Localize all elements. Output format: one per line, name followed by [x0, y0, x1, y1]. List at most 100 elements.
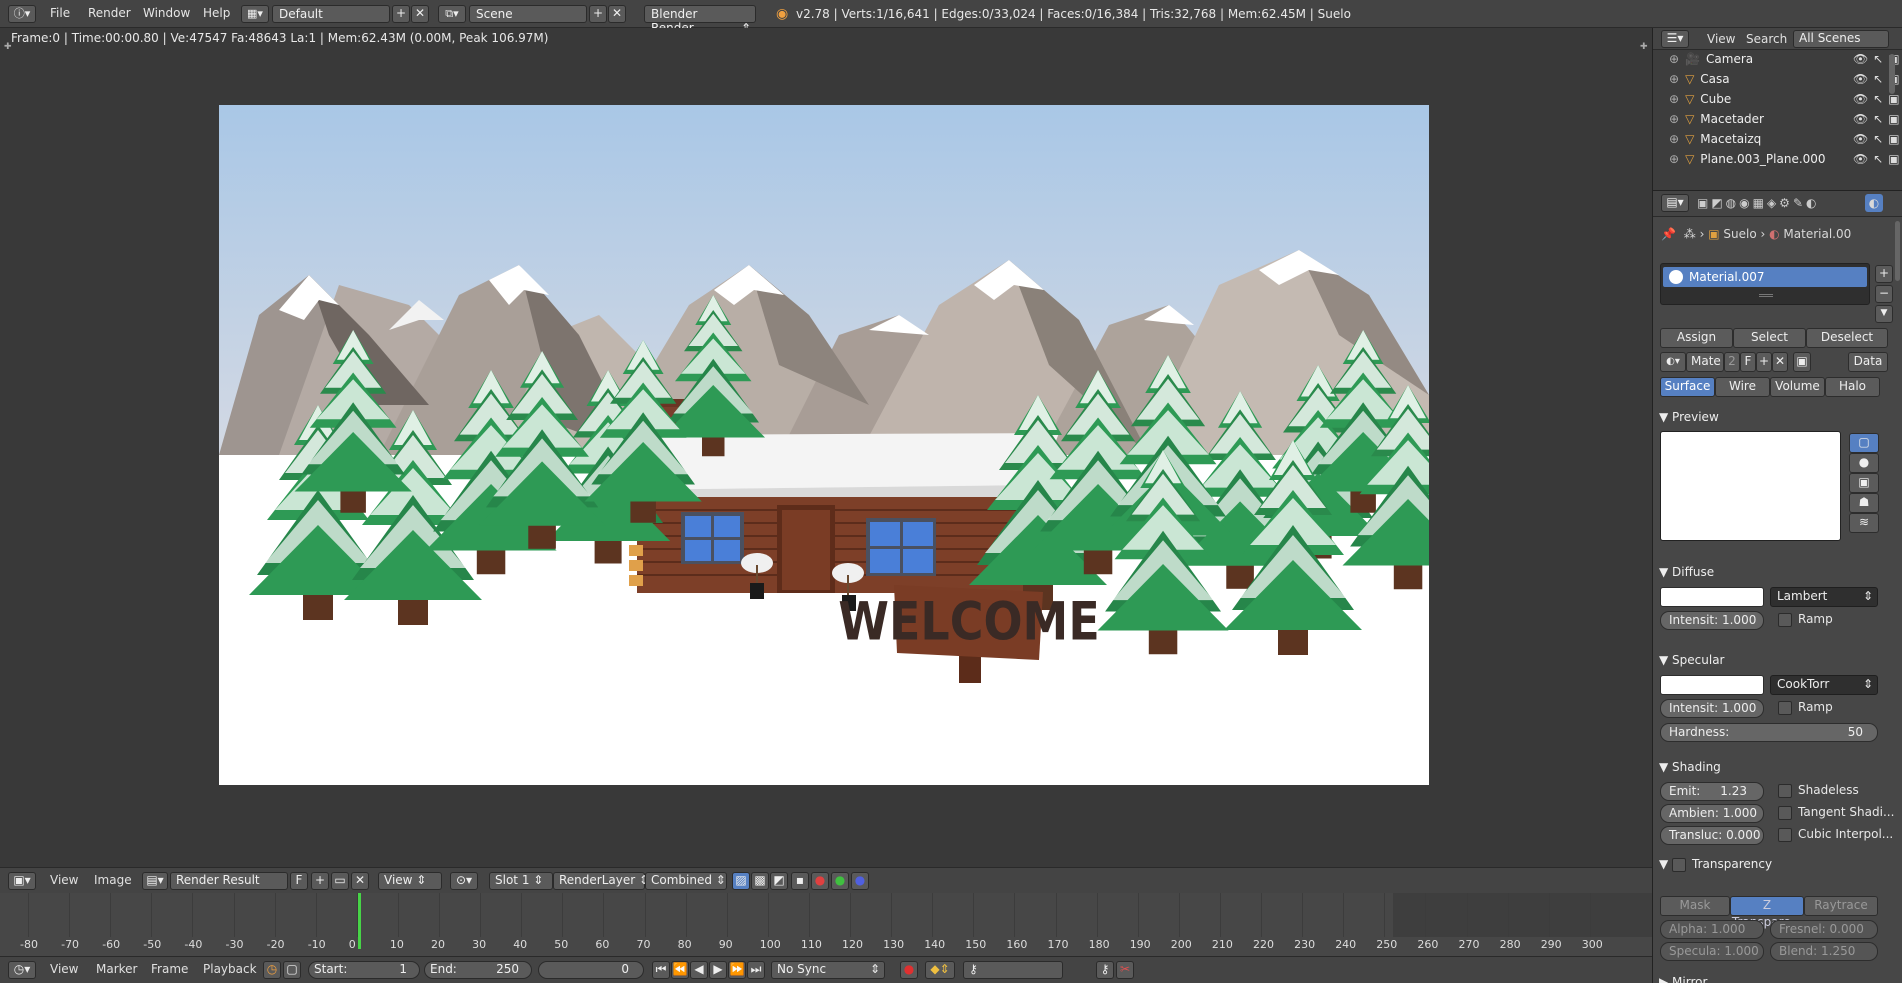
add-slot-icon[interactable]: +	[1875, 265, 1893, 283]
play-icon[interactable]: ▶	[709, 961, 727, 979]
preview-hair-icon[interactable]: ≋	[1849, 513, 1879, 533]
node-tree-icon[interactable]: ▣	[1793, 352, 1811, 372]
transparency-ztransparency-button[interactable]: Z Transpare...	[1730, 896, 1804, 929]
specular-ramp-checkbox[interactable]	[1778, 701, 1792, 715]
menu-image[interactable]: Image	[94, 873, 132, 887]
outliner-menu-search[interactable]: Search	[1746, 32, 1787, 46]
tangent-shading-checkbox[interactable]	[1778, 806, 1792, 820]
outliner-item[interactable]: ⊕ ▽ Casa 👁↖▣	[1669, 72, 1900, 92]
end-frame-field[interactable]: End: 250	[424, 961, 532, 979]
timeline-menu-marker[interactable]: Marker	[96, 962, 137, 976]
material-users-count[interactable]: 2	[1724, 352, 1740, 372]
unlink-image-icon[interactable]: ✕	[351, 872, 369, 890]
link-data-select[interactable]: Data	[1848, 352, 1888, 372]
tab-wire[interactable]: Wire	[1715, 377, 1770, 397]
deselect-button[interactable]: Deselect	[1806, 328, 1888, 348]
menu-help[interactable]: Help	[203, 6, 230, 20]
screen-layout-icon[interactable]: ▦▾	[241, 5, 269, 23]
remove-scene-icon[interactable]: ✕	[608, 5, 626, 23]
area-corner-icon[interactable]: ✚	[4, 42, 12, 52]
expand-icon[interactable]: ⊕	[1669, 132, 1679, 146]
image-browse-icon[interactable]: ▤▾	[142, 872, 168, 890]
expand-icon[interactable]: ⊕	[1669, 112, 1679, 126]
transparency-raytrace-button[interactable]: Raytrace	[1804, 896, 1878, 916]
scene-icon[interactable]: ⧉▾	[438, 5, 466, 23]
pivot-icon[interactable]: ⊙▾	[450, 872, 478, 890]
preview-sphere-icon[interactable]: ●	[1849, 453, 1879, 473]
new-image-icon[interactable]: +	[311, 872, 329, 890]
mirror-panel-header[interactable]: ▶ Mirror	[1659, 975, 1707, 983]
timeline-menu-frame[interactable]: Frame	[151, 962, 188, 976]
outliner-item[interactable]: ⊕ ▽ Macetader 👁↖▣	[1669, 112, 1900, 132]
lock-icon[interactable]: ▪	[791, 872, 809, 890]
open-image-icon[interactable]: ▭	[331, 872, 349, 890]
emit-field[interactable]: Emit: 1.23	[1660, 782, 1764, 801]
visibility-toggles[interactable]: 👁↖▣	[1853, 112, 1902, 126]
diffuse-ramp-checkbox[interactable]	[1778, 613, 1792, 627]
pin-icon[interactable]: 📌	[1661, 227, 1676, 241]
preview-monkey-icon[interactable]: ☗	[1849, 493, 1879, 513]
specular-panel-header[interactable]: ▼ Specular	[1659, 653, 1725, 667]
translucency-field[interactable]: Transluc: 0.000	[1660, 826, 1764, 845]
preview-range-icon[interactable]: ◷	[263, 961, 281, 979]
outliner-filter-select[interactable]: All Scenes	[1793, 30, 1889, 48]
material-name-field[interactable]: Mate	[1686, 352, 1724, 372]
layout-name-field[interactable]: Default	[272, 5, 390, 23]
editor-type-icon[interactable]: ▣▾	[8, 872, 36, 890]
remove-slot-icon[interactable]: −	[1875, 285, 1893, 303]
assign-button[interactable]: Assign	[1660, 328, 1733, 348]
outliner-type-icon[interactable]: ☰▾	[1661, 30, 1689, 48]
scene-name-field[interactable]: Scene	[469, 5, 587, 23]
draw-zbuffer-icon[interactable]: ◩	[770, 872, 788, 890]
current-frame-field[interactable]: 0	[538, 961, 644, 979]
remove-layout-icon[interactable]: ✕	[411, 5, 429, 23]
view-mode-select[interactable]: View ⇕	[378, 872, 442, 890]
fake-user-button[interactable]: F	[290, 872, 308, 890]
shading-panel-header[interactable]: ▼ Shading	[1659, 760, 1721, 774]
red-channel-icon[interactable]: ●	[811, 872, 829, 890]
transparency-checkbox[interactable]	[1672, 857, 1687, 872]
fresnel-field[interactable]: Fresnel: 0.000	[1770, 920, 1878, 939]
outliner[interactable]: ☰▾ View Search All Scenes ⊕ 🎥 Camera 👁↖▣ ⊕ ▽ C…	[1652, 28, 1902, 190]
transparency-panel-header[interactable]: ▼ Transparency	[1659, 857, 1772, 872]
properties-type-icon[interactable]: ▤▾	[1661, 194, 1689, 212]
visibility-toggles[interactable]: 👁↖▣	[1853, 152, 1902, 166]
image-name-field[interactable]: Render Result	[170, 872, 288, 890]
material-tab-icon[interactable]: ◐	[1865, 194, 1883, 212]
outliner-item[interactable]: ⊕ ▽ Cube 👁↖▣	[1669, 92, 1900, 112]
jump-start-icon[interactable]: ⏮	[652, 961, 670, 979]
info-editor-type-icon[interactable]: ⓘ▾	[8, 5, 36, 23]
diffuse-panel-header[interactable]: ▼ Diffuse	[1659, 565, 1714, 579]
render-layer-select[interactable]: RenderLayer ⇕	[553, 872, 649, 890]
outliner-scrollbar[interactable]	[1889, 54, 1895, 94]
diffuse-color-swatch[interactable]	[1660, 587, 1764, 607]
preview-cube-icon[interactable]: ▣	[1849, 473, 1879, 493]
hardness-field[interactable]: Hardness: 50	[1660, 723, 1878, 742]
visibility-toggles[interactable]: 👁↖▣	[1853, 92, 1902, 106]
diffuse-shader-select[interactable]: Lambert ⇕	[1770, 587, 1878, 607]
draw-alpha-icon[interactable]: ▩	[751, 872, 769, 890]
keying-set-icon[interactable]: ◆⇕	[925, 961, 955, 979]
tab-surface[interactable]: Surface	[1660, 377, 1715, 397]
visibility-toggles[interactable]: 👁↖▣	[1853, 132, 1902, 146]
expand-icon[interactable]: ⊕	[1669, 92, 1679, 106]
jump-prev-key-icon[interactable]: ⏪	[671, 961, 689, 979]
lock-range-icon[interactable]: ▢	[283, 961, 301, 979]
unlink-material-icon[interactable]: ✕	[1772, 352, 1788, 372]
timeline-menu-view[interactable]: View	[50, 962, 78, 976]
specular-color-swatch[interactable]	[1660, 675, 1764, 695]
diffuse-intensity-field[interactable]: Intensit: 1.000	[1660, 611, 1764, 630]
outliner-item[interactable]: ⊕ ▽ Plane.003_Plane.000 👁↖▣	[1669, 152, 1900, 172]
transparency-mask-button[interactable]: Mask	[1660, 896, 1730, 916]
shadeless-checkbox[interactable]	[1778, 784, 1792, 798]
add-layout-icon[interactable]: +	[392, 5, 410, 23]
new-material-icon[interactable]: +	[1756, 352, 1772, 372]
fake-user-toggle[interactable]: F	[1740, 352, 1756, 372]
tab-halo[interactable]: Halo	[1825, 377, 1880, 397]
alpha-field[interactable]: Alpha: 1.000	[1660, 920, 1764, 939]
specular-intensity-field[interactable]: Intensit: 1.000	[1660, 699, 1764, 718]
image-viewport[interactable]: Frame:0 | Time:00:00.80 | Ve:47547 Fa:48…	[0, 28, 1652, 867]
record-icon[interactable]: ●	[900, 961, 918, 979]
blue-channel-icon[interactable]: ●	[851, 872, 869, 890]
cubic-interpolation-checkbox[interactable]	[1778, 828, 1792, 842]
